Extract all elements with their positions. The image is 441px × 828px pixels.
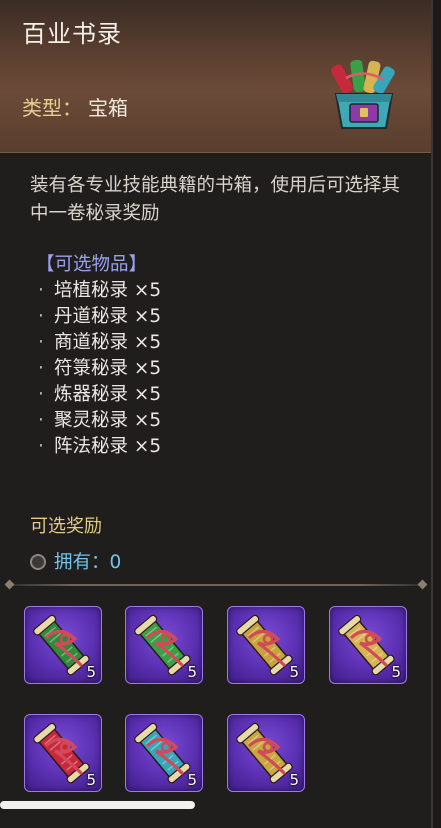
option-item: · 符箓秘录 ×5 — [38, 356, 161, 382]
item-description: 装有各专业技能典籍的书箱，使用后可选择其中一卷秘录奖励 — [30, 175, 401, 224]
reward-slot[interactable]: 5 — [227, 714, 305, 792]
owned-value: 0 — [109, 552, 122, 573]
option-item-label: 符箓秘录 ×5 — [54, 358, 162, 379]
bullet: · — [38, 410, 44, 431]
option-item: · 培植秘录 ×5 — [38, 278, 161, 304]
item-detail-panel: 百业书录 类型： 宝箱 装有各专业技能典籍的书箱，使用后可选择其中一卷秘录奖励 【… — [0, 0, 433, 828]
reward-count: 5 — [86, 771, 96, 789]
item-type-value: 宝箱 — [88, 96, 128, 120]
option-item-label: 炼器秘录 ×5 — [54, 384, 162, 405]
item-header: 百业书录 类型： 宝箱 — [0, 0, 431, 153]
bullet: · — [38, 332, 44, 353]
option-item-label: 阵法秘录 ×5 — [54, 436, 162, 457]
reward-slot[interactable]: 5 — [24, 714, 102, 792]
treasure-chest-icon — [331, 59, 395, 129]
options-title: 【可选物品】 — [36, 254, 148, 275]
rewards-title: 可选奖励 — [30, 516, 102, 537]
option-item: · 聚灵秘录 ×5 — [38, 408, 161, 434]
option-item-label: 培植秘录 ×5 — [54, 280, 162, 301]
reward-slot[interactable]: 5 — [329, 606, 407, 684]
reward-slot[interactable]: 5 — [125, 606, 203, 684]
item-type-label: 类型： — [22, 96, 82, 120]
owned-label: 拥有： — [54, 552, 110, 573]
option-item: · 丹道秘录 ×5 — [38, 304, 161, 330]
option-item: · 商道秘录 ×5 — [38, 330, 161, 356]
reward-count: 5 — [391, 663, 401, 681]
option-item: · 炼器秘录 ×5 — [38, 382, 161, 408]
section-divider — [8, 584, 424, 586]
horizontal-scrollbar[interactable] — [0, 801, 195, 809]
reward-count: 5 — [86, 663, 96, 681]
item-title: 百业书录 — [22, 20, 122, 48]
reward-slot[interactable]: 5 — [227, 606, 305, 684]
option-item: · 阵法秘录 ×5 — [38, 434, 161, 460]
reward-slot[interactable]: 5 — [24, 606, 102, 684]
reward-count: 5 — [289, 771, 299, 789]
options-list: · 培植秘录 ×5 · 丹道秘录 ×5 · 商道秘录 ×5 · 符箓秘录 ×5 · 炼器秘… — [38, 278, 161, 460]
option-item-label: 商道秘录 ×5 — [54, 332, 162, 353]
option-item-label: 聚灵秘录 ×5 — [54, 410, 162, 431]
bullet: · — [38, 306, 44, 327]
bullet: · — [38, 436, 44, 457]
reward-count: 5 — [187, 663, 197, 681]
reward-count: 5 — [289, 663, 299, 681]
bullet: · — [38, 358, 44, 379]
coin-icon — [30, 553, 46, 570]
bullet: · — [38, 384, 44, 405]
reward-count: 5 — [187, 771, 197, 789]
item-type: 类型： 宝箱 — [22, 92, 128, 121]
owned-count: 拥有：0 — [30, 548, 121, 574]
reward-slot[interactable]: 5 — [125, 714, 203, 792]
option-item-label: 丹道秘录 ×5 — [54, 306, 162, 327]
bullet: · — [38, 280, 44, 301]
